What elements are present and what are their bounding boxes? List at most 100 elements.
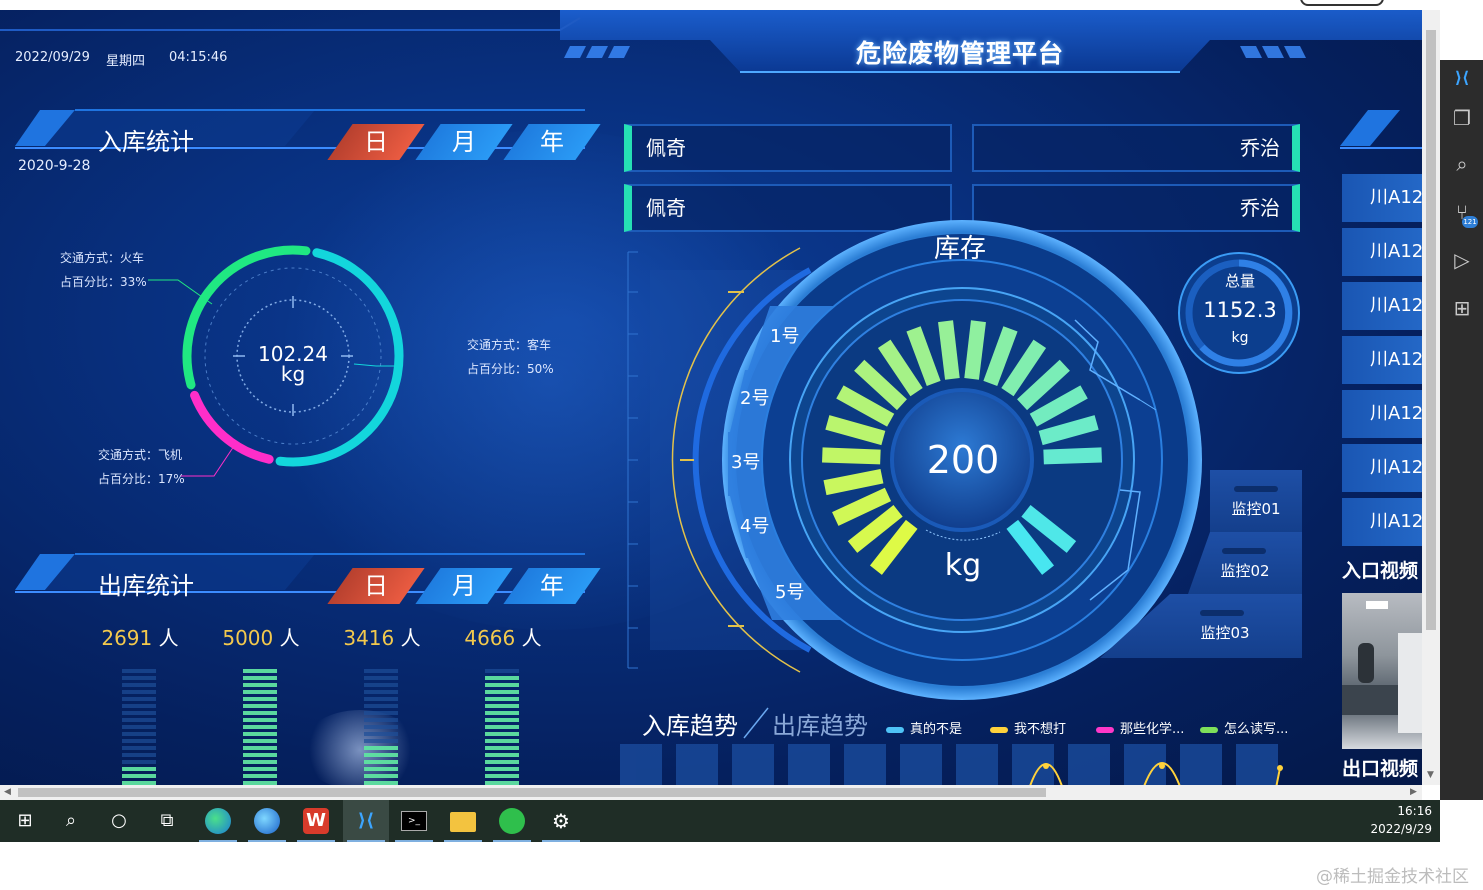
browser-pill-button[interactable]: [1300, 0, 1384, 6]
bar-segment: [122, 711, 156, 715]
taskbar-indicator: [493, 840, 531, 842]
time-text: 04:15:46: [169, 50, 228, 65]
plate-7[interactable]: 川A12: [1342, 498, 1422, 546]
tab-inbound-trend[interactable]: 入库趋势: [642, 706, 738, 741]
outbound-tab-month[interactable]: 月: [415, 568, 513, 604]
browser-top-strip: [0, 0, 1440, 10]
taskbar-date[interactable]: 2022/9/29: [1352, 822, 1432, 836]
scroll-right-arrow-icon[interactable]: ▶: [1410, 787, 1417, 797]
total-value: 1152.3: [1203, 298, 1277, 322]
vertical-scroll-thumb[interactable]: [1426, 30, 1436, 630]
cortana-icon[interactable]: ○: [106, 808, 132, 834]
legend-item-3[interactable]: 那些化学...: [1096, 718, 1184, 737]
vscode-activity-bar: ⟩⟨ ❐ ⌕ ⑂ 121 ▷ ⊞: [1440, 60, 1483, 800]
extensions-icon[interactable]: ⊞: [1450, 296, 1474, 320]
inventory-title: 库存: [933, 234, 986, 264]
plate-2[interactable]: 川A12: [1342, 228, 1422, 276]
gauge-tick: [1043, 447, 1102, 465]
edge-icon[interactable]: [205, 808, 231, 834]
legend-item-2[interactable]: 我不想打: [990, 718, 1066, 737]
donut-label-bus: 交通方式：客车 占百分比：50%: [467, 338, 554, 376]
bar-segment: [364, 760, 398, 764]
scroll-left-arrow-icon[interactable]: ◀: [4, 787, 11, 797]
bar-segment: [485, 746, 519, 750]
horizontal-scroll-thumb[interactable]: [18, 788, 1046, 797]
inbound-title: 入库统计: [98, 128, 194, 156]
outbound-count-2: 5000 人: [222, 626, 300, 650]
plate-6[interactable]: 川A12: [1342, 444, 1422, 492]
bar-segment: [243, 767, 277, 771]
wechat-icon[interactable]: [499, 808, 525, 834]
legend-item-4[interactable]: 怎么读写...: [1200, 718, 1288, 737]
explorer-icon[interactable]: ❐: [1450, 106, 1474, 130]
outbound-title: 出库统计: [98, 572, 194, 600]
taskbar-indicator: [199, 840, 237, 842]
task-view-icon[interactable]: ⧉: [154, 808, 180, 834]
edge-dev-icon[interactable]: [254, 808, 280, 834]
trend-tab-divider: [743, 707, 769, 739]
bar-segment: [364, 676, 398, 680]
entrance-video-title: 入口视频: [1342, 560, 1419, 582]
settings-gear-icon[interactable]: ⚙: [548, 808, 574, 834]
taskbar-indicator: [297, 840, 335, 842]
taskbar-search-icon[interactable]: ⌕: [58, 808, 84, 834]
bar-segment: [243, 683, 277, 687]
slot-3[interactable]: 3号: [731, 448, 760, 474]
inbound-tab-year[interactable]: 年: [503, 124, 601, 160]
bar-segment: [122, 774, 156, 778]
bar-segment: [364, 711, 398, 715]
watermark: @稀土掘金技术社区: [1316, 867, 1469, 887]
inbound-tab-day[interactable]: 日: [327, 124, 425, 160]
outbound-tab-year[interactable]: 年: [503, 568, 601, 604]
slot-4[interactable]: 4号: [740, 512, 769, 538]
donut-leader-lines: [148, 279, 398, 477]
slot-1[interactable]: 1号: [770, 322, 799, 348]
windows-start-icon[interactable]: ⊞: [12, 808, 38, 834]
bar-segment: [364, 725, 398, 729]
page-title: 危险废物管理平台: [855, 39, 1064, 68]
entrance-video-frame[interactable]: [1342, 593, 1422, 749]
bar-segment: [122, 732, 156, 736]
bar-segment: [485, 718, 519, 722]
outbound-tab-day[interactable]: 日: [327, 568, 425, 604]
exit-video-title: 出口视频: [1342, 758, 1419, 780]
inbound-tab-month[interactable]: 月: [415, 124, 513, 160]
bar-segment: [364, 718, 398, 722]
search-icon[interactable]: ⌕: [1450, 152, 1474, 176]
bar-segment: [485, 711, 519, 715]
vertical-scrollbar[interactable]: ▼: [1422, 10, 1440, 785]
horizontal-scrollbar[interactable]: ◀ ▶: [0, 785, 1422, 800]
name-box-1: 佩奇: [624, 124, 952, 172]
bar-segment: [243, 732, 277, 736]
bar-segment: [122, 718, 156, 722]
donut-label-train: 交通方式：火车 占百分比：33%: [60, 251, 147, 289]
run-debug-icon[interactable]: ▷: [1450, 248, 1474, 272]
legend-item-1[interactable]: 真的不是: [886, 718, 962, 737]
terminal-icon[interactable]: >_: [401, 811, 427, 831]
bar-segment: [364, 704, 398, 708]
bar-segment: [485, 725, 519, 729]
inbound-date: 2020-9-28: [18, 158, 91, 174]
taskbar-time[interactable]: 16:16: [1352, 804, 1432, 818]
vscode-logo-icon[interactable]: ⟩⟨: [1450, 66, 1474, 90]
bar-segment: [485, 767, 519, 771]
scroll-down-arrow-icon[interactable]: ▼: [1427, 770, 1434, 780]
slot-2[interactable]: 2号: [740, 384, 769, 410]
plate-4[interactable]: 川A12: [1342, 336, 1422, 384]
plate-3[interactable]: 川A12: [1342, 282, 1422, 330]
plate-5[interactable]: 川A12: [1342, 390, 1422, 438]
bar-segment: [485, 774, 519, 778]
wps-icon[interactable]: W: [303, 808, 329, 834]
taskbar-indicator: [347, 840, 385, 842]
dashboard: 2022/09/29 星期四 04:15:46 危险废物管理平台 入库统计 日 …: [0, 10, 1422, 785]
file-explorer-icon[interactable]: [450, 812, 476, 832]
monitor-01[interactable]: 监控01: [1210, 470, 1302, 532]
bar-segment: [364, 767, 398, 771]
inventory-unit: kg: [944, 548, 982, 583]
slot-5[interactable]: 5号: [775, 578, 804, 604]
bar-segment: [485, 704, 519, 708]
plate-1[interactable]: 川A12: [1342, 174, 1422, 222]
vscode-task-icon[interactable]: ⟩⟨: [353, 808, 379, 834]
tab-outbound-trend[interactable]: 出库趋势: [772, 706, 868, 741]
bar-segment: [122, 725, 156, 729]
